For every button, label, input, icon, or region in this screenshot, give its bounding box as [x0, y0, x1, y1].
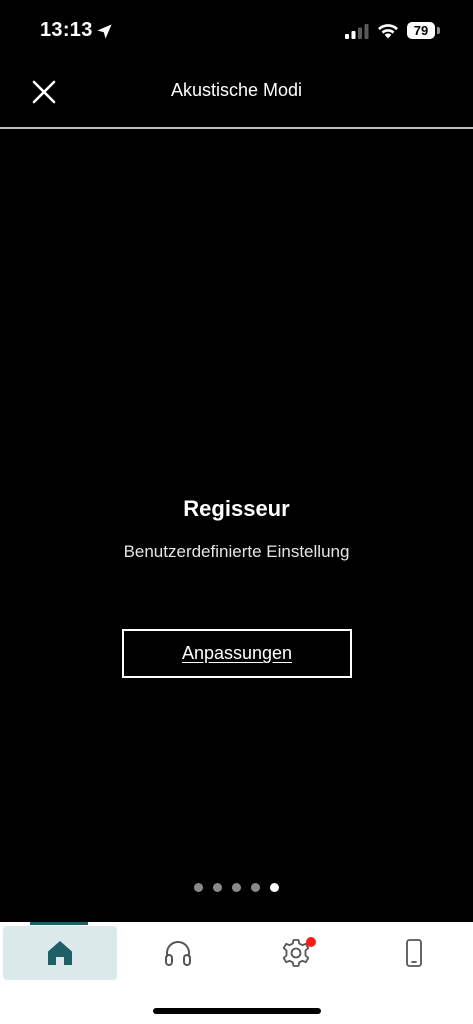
home-indicator: [153, 1008, 321, 1014]
header-divider: [0, 127, 473, 129]
page-dot[interactable]: [251, 883, 260, 892]
header: Akustische Modi: [0, 60, 473, 128]
status-bar: 13:13 79: [0, 0, 473, 60]
status-time: 13:13: [40, 19, 93, 41]
nav-item-home[interactable]: [3, 926, 117, 980]
bottom-nav: [0, 922, 473, 1024]
phone-icon: [406, 939, 422, 967]
nav-item-headphones[interactable]: [121, 926, 235, 980]
nav-item-device[interactable]: [357, 926, 471, 980]
page-dot-active[interactable]: [270, 883, 279, 892]
adjustments-button[interactable]: Anpassungen: [122, 629, 352, 678]
home-icon: [48, 941, 72, 965]
location-arrow-icon: [97, 24, 112, 39]
battery-tip: [437, 27, 440, 34]
cellular-signal-icon: [345, 24, 369, 39]
page-indicator: [0, 883, 473, 892]
page-dot[interactable]: [232, 883, 241, 892]
page-title: Akustische Modi: [170, 80, 303, 100]
acoustic-modes-screen: 13:13 79 Akustische Modi Regisseur Benut…: [0, 0, 473, 1024]
mode-title: Regisseur: [183, 496, 290, 521]
mode-subtitle: Benutzerdefinierte Einstellung: [123, 542, 350, 561]
nav-item-settings[interactable]: [239, 926, 353, 980]
nav-active-indicator: [30, 922, 88, 925]
battery-indicator: 79: [407, 22, 435, 39]
notification-badge: [306, 937, 316, 947]
page-dot[interactable]: [213, 883, 222, 892]
page-dot[interactable]: [194, 883, 203, 892]
headphones-icon: [165, 941, 191, 966]
wifi-icon: [378, 24, 398, 39]
